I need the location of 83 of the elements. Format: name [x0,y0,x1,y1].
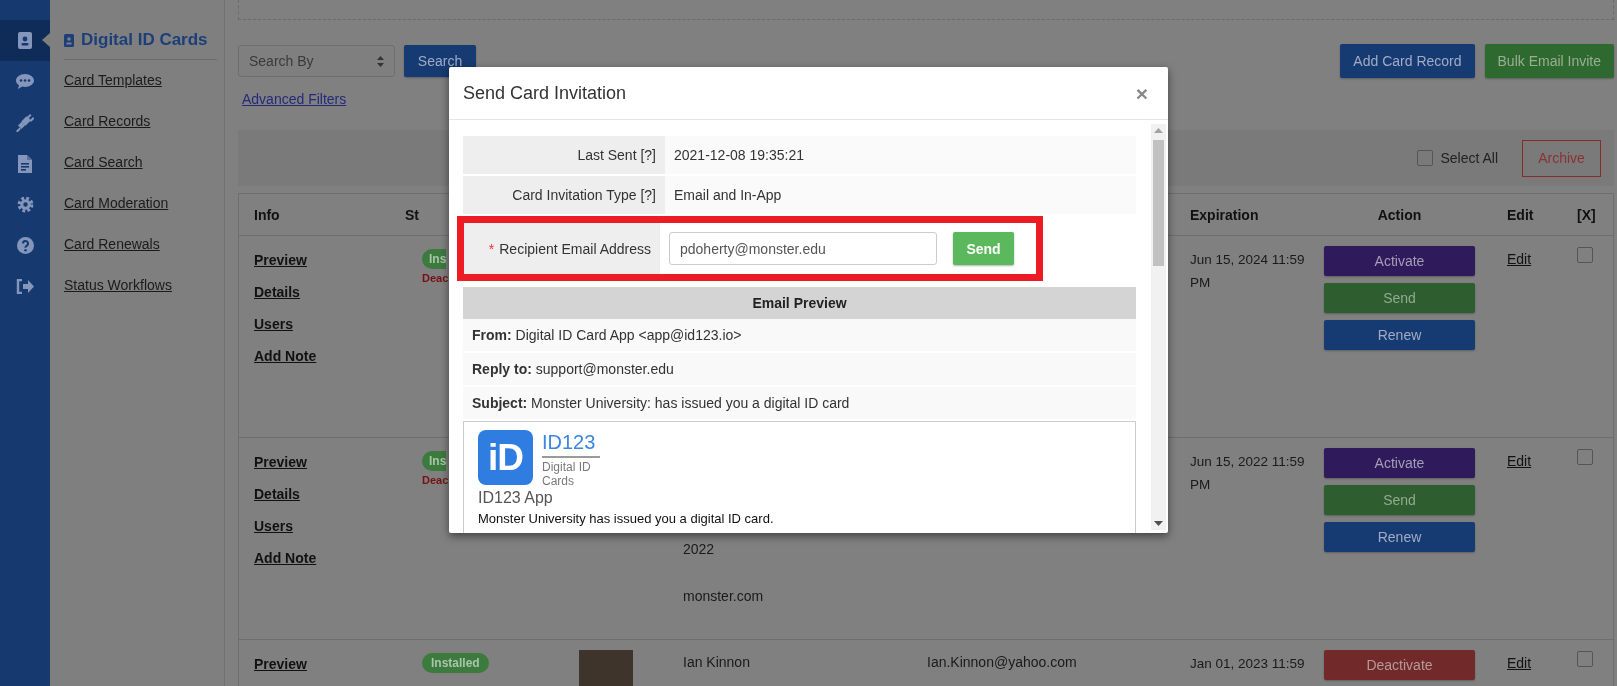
action-button[interactable]: Renew [1324,522,1475,552]
send-button[interactable]: Send [953,232,1014,265]
action-button[interactable]: Send [1324,283,1475,313]
action-button[interactable]: Send [1324,485,1475,515]
sort-arrows-icon [377,55,384,67]
edit-link[interactable]: Edit [1507,453,1532,469]
email-input-field[interactable]: pdoherty@monster.edu [669,232,937,265]
row-link[interactable]: Add Note [254,340,317,372]
email-message: Monster University has issued you a digital ID card. [478,511,775,526]
column-header: Expiration [1190,206,1259,223]
field-label: Last Sent [?] [463,136,665,174]
row-link[interactable]: Add Note [254,542,317,574]
status-badge: Installed [422,653,489,673]
brand-name: ID123 [542,430,600,458]
sidebar-link[interactable]: Card Moderation [64,183,169,224]
row-checkbox[interactable] [1577,651,1593,667]
select-all-checkbox[interactable] [1417,150,1434,166]
chat-bubble-icon [16,74,34,89]
dialog-title: Send Card Invitation [463,82,627,104]
edit-link[interactable]: Edit [1507,655,1532,671]
toolbar-button[interactable]: Add Card Record [1340,44,1475,78]
id-card-icon [64,33,74,47]
row-link[interactable]: Preview [254,244,307,276]
logout-icon [16,279,34,294]
column-header: St [405,206,419,223]
required-mark: * [488,240,495,257]
toolbar-button[interactable]: Bulk Email Invite [1484,44,1614,78]
settings-icon [16,196,34,213]
scrollbar-thumb[interactable] [1153,140,1164,266]
column-header: Edit [1507,206,1534,223]
status-badge: Ins [422,249,447,269]
select-all-label: Select All [1440,150,1498,166]
help-icon [16,237,34,254]
rail-nav-item[interactable] [0,20,50,61]
expiration-date: Jun 15, 2024 11:59 PM [1190,252,1305,290]
field-label: Card Invitation Type [?] [463,176,665,214]
close-button[interactable]: × [1135,82,1148,104]
action-button[interactable]: Renew [1324,320,1475,350]
row-link[interactable]: Details [254,276,300,308]
sidebar-link[interactable]: Card Records [64,101,151,142]
row-link[interactable]: Users [254,510,293,542]
id-card-icon [18,32,32,49]
edit-link[interactable]: Edit [1507,251,1532,267]
column-header: Info [254,206,280,223]
status-badge: Ins [422,451,447,471]
sidebar-link[interactable]: Card Search [64,142,143,183]
row-link[interactable]: Preview [254,648,307,680]
column-header: [X] [1577,206,1596,223]
status-note: Deac [422,474,449,486]
app-name: ID123 App [478,488,554,508]
email-preview-heading: Email Preview [463,287,1136,319]
field-value: Email and In-App [665,176,1136,214]
status-note: Deac [422,272,449,284]
sidebar-link[interactable]: Card Renewals [64,224,160,265]
field-label: Recipient Email Address [499,240,651,257]
table-cell-text: monster.com [683,587,765,606]
table-cell: Ian.Kinnon@yahoo.com [927,654,1077,670]
scroll-down-icon [1154,521,1163,526]
scrollbar[interactable] [1151,124,1166,530]
action-button[interactable]: Activate [1324,246,1475,276]
table-cell-text: 2022 [683,540,716,559]
row-link[interactable]: Details [254,478,300,510]
search-by-select[interactable]: Search By [238,45,395,77]
row-checkbox[interactable] [1577,247,1593,263]
expiration-date: Jun 15, 2022 11:59 PM [1190,454,1305,492]
app-logo: iD [478,430,533,485]
field-value: 2021-12-08 19:35:21 [665,136,1136,174]
sidebar-link[interactable]: Status Workflows [64,265,172,306]
action-button[interactable]: Deactivate [1324,650,1475,680]
action-button[interactable]: Activate [1324,448,1475,478]
sidebar-link[interactable]: Card Templates [64,60,162,101]
plug-icon [16,113,34,132]
sidebar-title: Digital ID Cards [81,30,208,50]
row-link[interactable]: Users [254,308,293,340]
expiration-date: Jan 01, 2023 11:59 [1190,656,1305,671]
brand-tagline: Digital ID Cards [542,460,592,488]
row-link[interactable]: Preview [254,446,307,478]
row-checkbox[interactable] [1577,449,1593,465]
advanced-filters-link[interactable]: Advanced Filters [242,91,347,107]
document-icon [18,154,32,173]
scroll-up-icon [1154,128,1163,133]
column-header: Action [1377,206,1422,223]
table-cell: Ian Kinnon [683,654,750,670]
